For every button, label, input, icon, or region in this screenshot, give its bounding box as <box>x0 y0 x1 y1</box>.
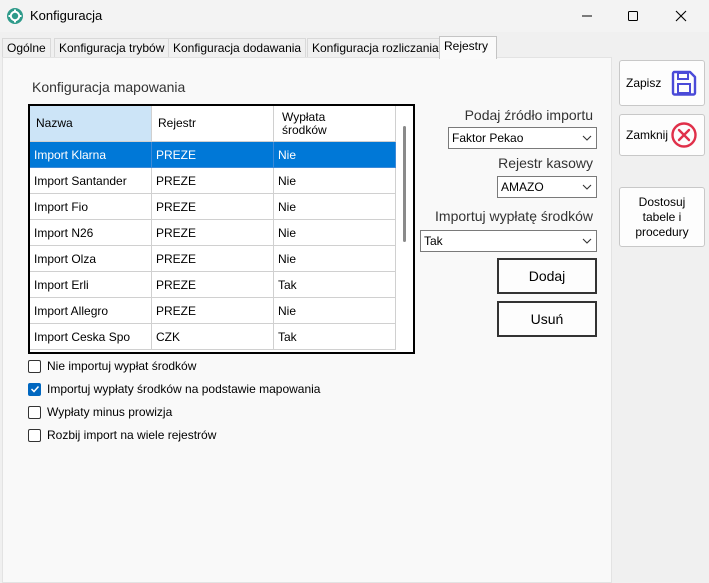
cell-nazwa: Import Santander <box>30 168 152 194</box>
minimize-button[interactable] <box>564 0 610 32</box>
save-icon <box>672 70 697 96</box>
close-circle-icon <box>671 122 697 148</box>
checkmark-icon <box>30 385 39 393</box>
source-label: Podaj źródło importu <box>464 107 593 123</box>
title-bar: Konfiguracja <box>0 0 709 32</box>
cell-rejestr: PREZE <box>152 168 274 194</box>
grid-scrollbar[interactable] <box>396 106 413 352</box>
option-label: Importuj wypłaty środków na podstawie ma… <box>47 382 321 396</box>
close-window-button[interactable] <box>658 0 704 32</box>
register-select[interactable]: AMAZO <box>497 176 597 198</box>
cell-nazwa: Import Erli <box>30 272 152 298</box>
remove-button[interactable]: Usuń <box>497 301 597 337</box>
cell-rejestr: PREZE <box>152 272 274 298</box>
cell-rejestr: PREZE <box>152 194 274 220</box>
table-row[interactable]: Import Klarna PREZE Nie <box>30 142 396 168</box>
save-label: Zapisz <box>626 76 662 90</box>
close-button[interactable]: Zamknij <box>619 114 705 156</box>
column-header-rejestr[interactable]: Rejestr <box>152 106 274 142</box>
cell-nazwa: Import N26 <box>30 220 152 246</box>
table-row[interactable]: Import Allegro PREZE Nie <box>30 298 396 324</box>
close-label: Zamknij <box>626 128 669 142</box>
cell-wyplata: Nie <box>274 246 396 272</box>
save-button[interactable]: Zapisz <box>619 60 705 106</box>
table-row[interactable]: Import Ceska Spo CZK Tak <box>30 324 396 350</box>
option-payouts-by-mapping[interactable]: Importuj wypłaty środków na podstawie ma… <box>28 381 368 397</box>
table-row[interactable]: Import Fio PREZE Nie <box>30 194 396 220</box>
register-value: AMAZO <box>501 180 544 194</box>
grid-header: Nazwa Rejestr Wypłata środków <box>30 106 396 142</box>
option-split-registers[interactable]: Rozbij import na wiele rejestrów <box>28 427 368 443</box>
cell-wyplata: Nie <box>274 194 396 220</box>
tab-konfiguracja-dodawania[interactable]: Konfiguracja dodawania <box>168 38 307 58</box>
cell-rejestr: PREZE <box>152 298 274 324</box>
option-payouts-minus-fee[interactable]: Wypłaty minus prowizja <box>28 404 368 420</box>
cell-wyplata: Tak <box>274 324 396 350</box>
cell-nazwa: Import Fio <box>30 194 152 220</box>
mapping-grid[interactable]: Nazwa Rejestr Wypłata środków Import Kla… <box>28 104 415 354</box>
maximize-button[interactable] <box>610 0 656 32</box>
gear-icon <box>6 7 24 25</box>
register-label: Rejestr kasowy <box>498 155 593 171</box>
table-row[interactable]: Import Santander PREZE Nie <box>30 168 396 194</box>
column-header-wyplata[interactable]: Wypłata środków <box>274 106 396 142</box>
tab-ogolne[interactable]: Ogólne <box>2 38 51 58</box>
cell-nazwa: Import Allegro <box>30 298 152 324</box>
source-value: Faktor Pekao <box>452 131 524 145</box>
cell-nazwa: Import Olza <box>30 246 152 272</box>
checkbox[interactable] <box>28 405 41 419</box>
customize-tables-button[interactable]: Dostosuj tabele i procedury <box>619 187 705 247</box>
cell-rejestr: PREZE <box>152 220 274 246</box>
checkbox[interactable] <box>28 428 41 442</box>
checkbox[interactable] <box>28 359 41 373</box>
minimize-icon <box>582 15 592 17</box>
chevron-down-icon <box>582 135 592 141</box>
option-no-payouts[interactable]: Nie importuj wypłat środków <box>28 358 368 374</box>
payout-label: Importuj wypłatę środków <box>435 208 593 224</box>
tab-strip: Ogólne Konfiguracja trybów Konfiguracja … <box>0 36 612 59</box>
table-row[interactable]: Import Olza PREZE Nie <box>30 246 396 272</box>
table-row[interactable]: Import N26 PREZE Nie <box>30 220 396 246</box>
tab-konfiguracja-trybow[interactable]: Konfiguracja trybów <box>54 38 170 58</box>
column-header-nazwa[interactable]: Nazwa <box>30 106 152 142</box>
payout-value: Tak <box>424 234 443 248</box>
cell-wyplata: Nie <box>274 168 396 194</box>
payout-select[interactable]: Tak <box>420 230 597 252</box>
window-title: Konfiguracja <box>30 8 103 23</box>
cell-wyplata: Nie <box>274 298 396 324</box>
tab-konfiguracja-rozliczania[interactable]: Konfiguracja rozliczania <box>307 38 444 58</box>
cell-nazwa: Import Ceska Spo <box>30 324 152 350</box>
option-label: Wypłaty minus prowizja <box>47 405 173 419</box>
checkbox-checked[interactable] <box>28 382 41 396</box>
cell-nazwa: Import Klarna <box>30 142 152 168</box>
add-button[interactable]: Dodaj <box>497 258 597 294</box>
cell-wyplata: Tak <box>274 272 396 298</box>
option-label: Rozbij import na wiele rejestrów <box>47 428 217 442</box>
chevron-down-icon <box>582 184 592 190</box>
cell-wyplata: Nie <box>274 220 396 246</box>
cell-wyplata: Nie <box>274 142 396 168</box>
source-select[interactable]: Faktor Pekao <box>448 127 597 149</box>
cell-rejestr: PREZE <box>152 246 274 272</box>
group-label-mapping: Konfiguracja mapowania <box>28 79 190 95</box>
close-icon <box>675 10 687 22</box>
cell-rejestr: PREZE <box>152 142 274 168</box>
tab-rejestry[interactable]: Rejestry <box>439 36 497 59</box>
option-label: Nie importuj wypłat środków <box>47 359 197 373</box>
maximize-icon <box>628 11 638 21</box>
cell-rejestr: CZK <box>152 324 274 350</box>
chevron-down-icon <box>582 238 592 244</box>
table-row[interactable]: Import Erli PREZE Tak <box>30 272 396 298</box>
scrollbar-thumb[interactable] <box>403 126 406 242</box>
